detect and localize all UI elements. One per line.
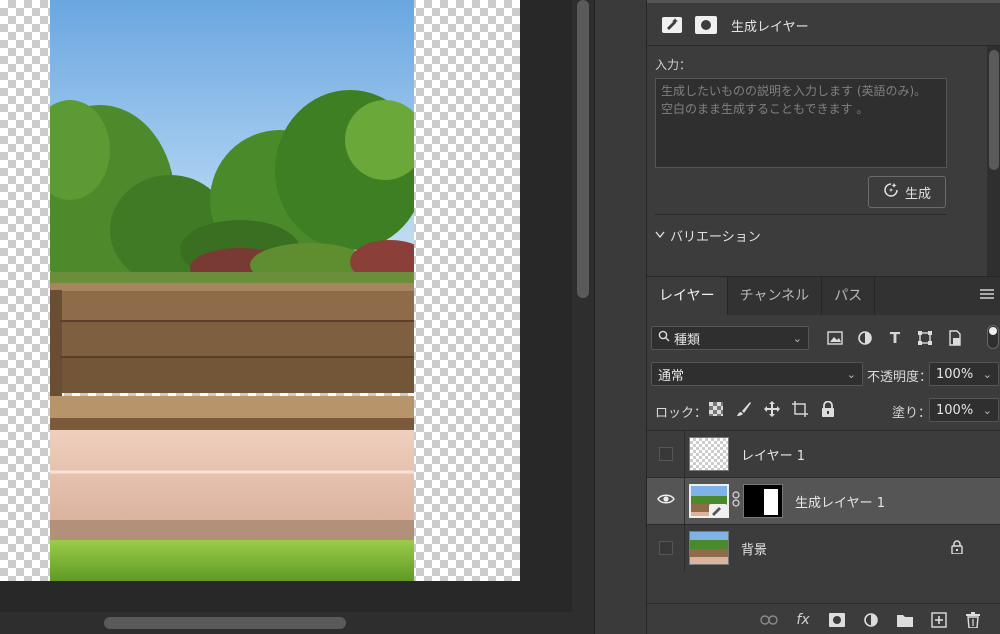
bench-photo xyxy=(50,0,414,581)
lock-icons xyxy=(707,400,837,418)
layer-mask-thumbnail[interactable] xyxy=(743,484,783,518)
chain-link-icon[interactable] xyxy=(732,491,740,511)
properties-header: 生成レイヤー xyxy=(659,12,809,38)
fill-value: 100% xyxy=(936,402,974,418)
link-icon[interactable] xyxy=(759,610,779,630)
horizontal-scroll-thumb[interactable] xyxy=(104,617,346,629)
canvas-area[interactable] xyxy=(0,0,572,612)
layer-name: 生成レイヤー 1 xyxy=(795,495,886,511)
visibility-toggle[interactable] xyxy=(647,430,685,478)
layer-row-generative-layer1[interactable]: 生成レイヤー 1 xyxy=(647,477,1000,525)
generate-button[interactable]: 生成 xyxy=(868,176,946,208)
chevron-down-icon: ⌄ xyxy=(792,331,802,345)
fill-label: 塗り： xyxy=(892,406,932,421)
generate-label: 生成 xyxy=(904,186,931,202)
lock-transparency-icon[interactable] xyxy=(707,400,725,418)
layers-bottom-bar: fx xyxy=(647,603,1000,634)
lock-label: ロック： xyxy=(655,406,708,421)
folder-icon[interactable] xyxy=(895,610,915,630)
panel-menu-icon[interactable] xyxy=(980,289,994,301)
divider xyxy=(647,45,1000,46)
properties-panel: 生成レイヤー 入力： 生成したいものの説明を入力します (英語のみ)。 空白のま… xyxy=(646,0,1000,276)
tab-channels[interactable]: チャンネル xyxy=(728,277,823,315)
divider xyxy=(655,214,947,215)
visibility-off-box xyxy=(658,447,673,461)
prompt-input[interactable]: 生成したいものの説明を入力します (英語のみ)。 空白のまま生成することもできま… xyxy=(655,78,947,168)
vertical-scroll-thumb[interactable] xyxy=(577,0,589,298)
layer-row-background[interactable]: 背景 xyxy=(647,524,1000,572)
chevron-down-icon: ⌄ xyxy=(982,367,992,381)
filter-kind-label: 種類 xyxy=(674,332,701,348)
prompt-placeholder-line2: 空白のまま生成することもできます 。 xyxy=(661,102,869,116)
input-label: 入力： xyxy=(655,58,692,72)
chevron-down-icon: ⌄ xyxy=(846,367,856,381)
panel-tabs: レイヤー チャンネル パス xyxy=(647,277,1000,315)
lock-icon[interactable] xyxy=(951,540,963,558)
blend-mode-value: 通常 xyxy=(658,368,685,384)
fx-icon[interactable]: fx xyxy=(793,610,813,630)
layers-panel: レイヤー チャンネル パス 種類 ⌄ T 通常 ⌄ 不透明度： 100% ⌄ ロ… xyxy=(646,276,1000,634)
adjustment-icon[interactable] xyxy=(861,610,881,630)
prompt-placeholder-line1: 生成したいものの説明を入力します (英語のみ)。 xyxy=(661,84,927,98)
visibility-toggle[interactable] xyxy=(647,524,685,572)
mask-icon[interactable] xyxy=(827,610,847,630)
visibility-toggle[interactable] xyxy=(647,477,685,525)
generative-layer-icon[interactable] xyxy=(659,12,685,38)
eye-icon xyxy=(656,493,675,509)
chevron-down-icon: ⌄ xyxy=(982,403,992,417)
lock-artboard-icon[interactable] xyxy=(791,400,809,418)
opacity-input[interactable]: 100% ⌄ xyxy=(929,362,999,386)
filter-toggle[interactable] xyxy=(987,325,999,349)
opacity-value: 100% xyxy=(936,366,974,382)
visibility-off-box xyxy=(658,541,673,555)
variations-section-toggle[interactable]: バリエーション xyxy=(655,226,761,245)
tab-layers[interactable]: レイヤー xyxy=(647,277,728,315)
document-canvas[interactable] xyxy=(0,0,520,581)
opacity-label: 不透明度： xyxy=(867,370,933,385)
new-layer-icon[interactable] xyxy=(929,610,949,630)
trash-icon[interactable] xyxy=(963,610,983,630)
layer-row-layer1[interactable]: レイヤー 1 xyxy=(647,430,1000,478)
fill-input[interactable]: 100% ⌄ xyxy=(929,398,999,422)
type-filter-icon[interactable]: T xyxy=(885,328,905,348)
adjustment-filter-icon[interactable] xyxy=(855,328,875,348)
properties-scroll-thumb[interactable] xyxy=(989,50,999,170)
layer-mask-icon[interactable] xyxy=(693,12,719,38)
chevron-down-icon xyxy=(655,228,665,243)
layer-name: 背景 xyxy=(741,542,768,558)
generate-icon xyxy=(883,182,899,202)
layer-thumbnail-transparent xyxy=(689,437,729,471)
search-icon xyxy=(658,330,670,346)
panel-gutter xyxy=(594,0,646,634)
pixel-filter-icon[interactable] xyxy=(825,328,845,348)
bottom-icons: fx xyxy=(759,610,983,630)
layer-list: レイヤー 1 生成レイヤー 1 背景 xyxy=(647,430,1000,572)
lock-all-icon[interactable] xyxy=(819,400,837,418)
layer-name: レイヤー 1 xyxy=(741,448,806,464)
layer-thumbnail-generative xyxy=(689,484,729,518)
filter-icons: T xyxy=(825,326,965,350)
blend-mode-select[interactable]: 通常 ⌄ xyxy=(651,362,863,386)
tab-paths[interactable]: パス xyxy=(822,277,876,315)
variations-label: バリエーション xyxy=(670,230,761,245)
layer-filter-select[interactable]: 種類 ⌄ xyxy=(651,326,809,350)
panel-top-bar xyxy=(647,0,1000,3)
layer-thumbnail-background xyxy=(689,531,729,565)
shape-filter-icon[interactable] xyxy=(915,328,935,348)
smart-object-filter-icon[interactable] xyxy=(945,328,965,348)
properties-title: 生成レイヤー xyxy=(731,19,809,35)
lock-brush-icon[interactable] xyxy=(735,400,753,418)
lock-move-icon[interactable] xyxy=(763,400,781,418)
